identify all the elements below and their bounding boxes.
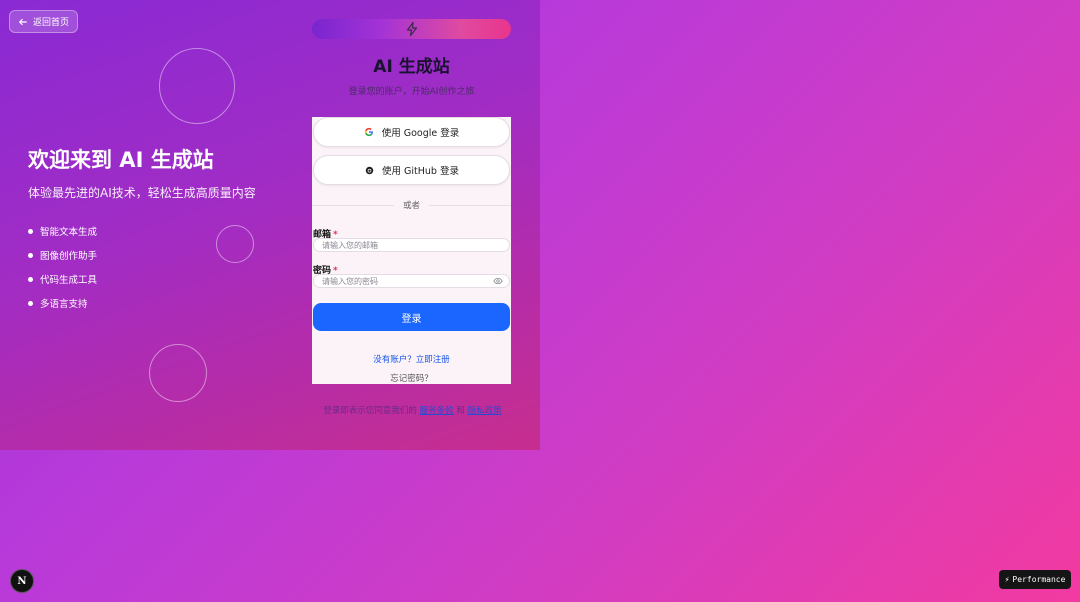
feature-list: 智能文本生成 图像创作助手 代码生成工具 多语言支持 <box>28 219 97 315</box>
github-login-button[interactable]: 使用 GitHub 登录 <box>313 155 510 185</box>
nextjs-dev-badge[interactable]: N <box>10 569 34 593</box>
google-login-button[interactable]: 使用 Google 登录 <box>313 117 510 147</box>
register-link[interactable]: 没有账户？立即注册 <box>312 353 511 365</box>
feature-label: 代码生成工具 <box>40 275 98 286</box>
feature-item: 代码生成工具 <box>28 267 97 291</box>
decor-circle <box>159 48 235 124</box>
bullet-icon <box>28 228 33 234</box>
performance-label: Performance <box>1012 575 1066 584</box>
google-login-label: 使用 Google 登录 <box>381 128 460 139</box>
feature-label: 多语言支持 <box>40 299 88 310</box>
bullet-icon <box>28 300 33 306</box>
arrow-left-icon <box>19 18 27 25</box>
feature-item: 多语言支持 <box>28 291 97 315</box>
github-icon <box>364 165 374 175</box>
bullet-icon <box>28 276 33 282</box>
google-icon <box>364 127 374 137</box>
bolt-icon <box>402 19 422 39</box>
brand-title: AI 生成站 <box>373 57 450 77</box>
feature-item: 图像创作助手 <box>28 243 97 267</box>
back-home-label: 返回首页 <box>33 18 70 28</box>
decor-circle <box>149 344 207 402</box>
terms-of-service-link[interactable]: 服务条款 <box>420 406 454 416</box>
bullet-icon <box>28 252 33 258</box>
terms-notice: 登录即表示您同意我们的 服务条款 和 隐私政策 <box>320 404 505 418</box>
decor-circle <box>216 225 254 263</box>
performance-button[interactable]: ⚡ Performance <box>999 570 1071 589</box>
lightning-icon: ⚡ <box>1004 575 1010 584</box>
back-home-button[interactable]: 返回首页 <box>9 10 79 33</box>
email-field[interactable] <box>313 238 510 252</box>
feature-label: 图像创作助手 <box>40 251 98 262</box>
brand-subtitle: 登录您的账户，开始AI创作之旅 <box>348 87 475 97</box>
hero-title: 欢迎来到 AI 生成站 <box>28 148 214 172</box>
feature-item: 智能文本生成 <box>28 219 97 243</box>
terms-prefix: 登录即表示您同意我们的 <box>323 406 417 416</box>
terms-and: 和 <box>456 406 465 416</box>
login-card: 使用 Google 登录 使用 GitHub 登录 或者 邮箱* 密码* 登录 … <box>312 117 511 384</box>
privacy-policy-link[interactable]: 隐私政策 <box>468 406 502 416</box>
forgot-password-link[interactable]: 忘记密码？ <box>312 372 511 384</box>
feature-label: 智能文本生成 <box>40 227 98 238</box>
eye-icon[interactable] <box>493 276 503 286</box>
divider-label: 或者 <box>394 199 429 211</box>
password-field[interactable] <box>313 274 510 288</box>
hero-subtitle: 体验最先进的AI技术，轻松生成高质量内容 <box>28 186 256 200</box>
login-button[interactable]: 登录 <box>313 303 510 331</box>
github-login-label: 使用 GitHub 登录 <box>382 166 459 177</box>
